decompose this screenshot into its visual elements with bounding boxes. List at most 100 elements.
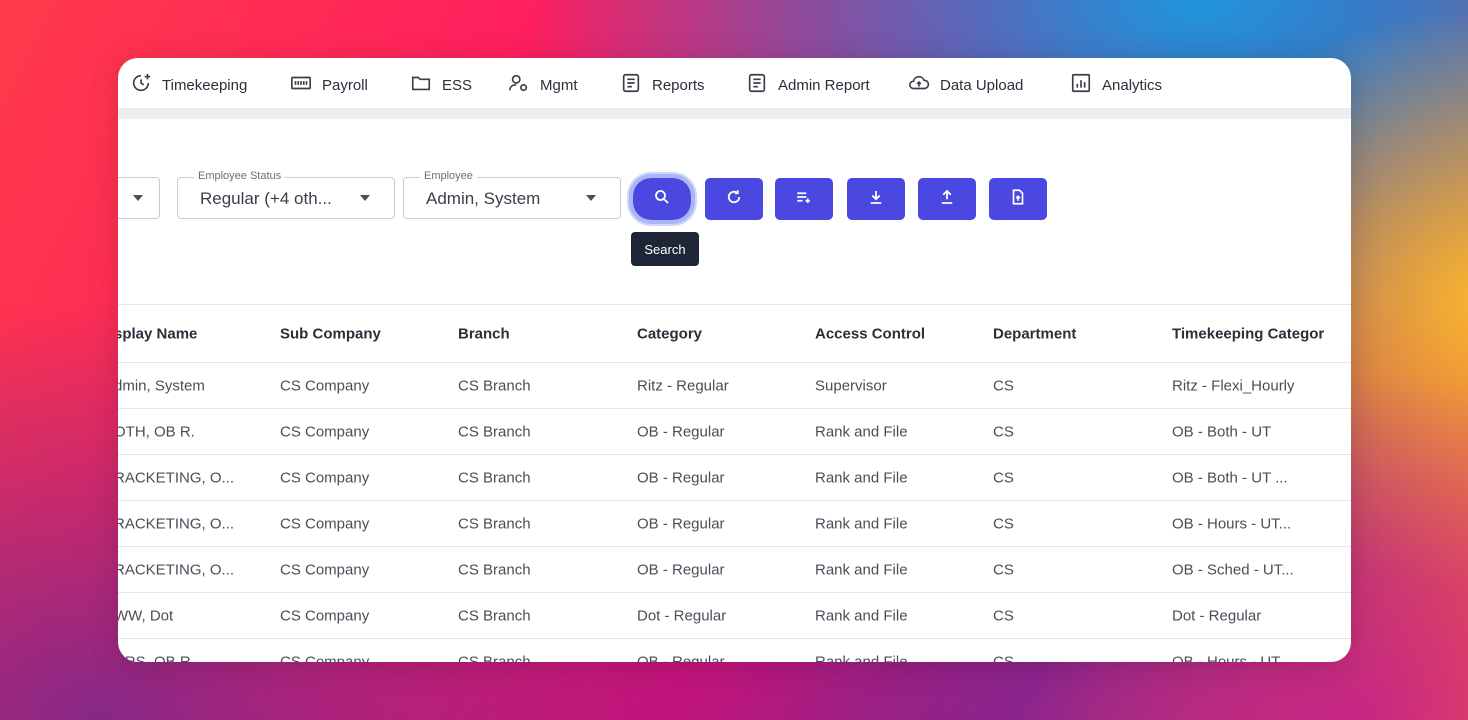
table-cell: OB - Regular <box>637 469 725 486</box>
table-header: splay Name Sub Company Branch Category Acces… <box>118 304 1351 363</box>
table-cell: Rank and File <box>815 653 908 662</box>
add-to-list-button[interactable] <box>775 178 833 220</box>
table-cell: CS Company <box>280 469 370 486</box>
top-navigation: Timekeeping Payroll ESS Mgmt Reports Adm… <box>118 58 1351 109</box>
search-button[interactable] <box>629 174 695 224</box>
nav-item-ess[interactable]: ESS <box>410 72 472 98</box>
table-cell: OB - Regular <box>637 423 725 440</box>
table-cell: OB - Regular <box>637 561 725 578</box>
chevron-down-icon <box>360 195 370 201</box>
table-cell: CS <box>993 469 1014 486</box>
table-cell: CS Company <box>280 561 370 578</box>
add-list-icon <box>795 188 813 210</box>
nav-item-mgmt[interactable]: Mgmt <box>508 72 578 98</box>
column-header[interactable]: Sub Company <box>280 325 450 342</box>
employee-status-select[interactable]: Employee Status Regular (+4 oth... <box>177 170 395 219</box>
nav-item-admin-report[interactable]: Admin Report <box>746 72 870 98</box>
table-row[interactable]: URS, OB R. CS Company CS Branch OB - Regula… <box>118 639 1351 662</box>
nav-label: Reports <box>652 76 705 94</box>
nav-item-timekeeping[interactable]: Timekeeping <box>130 72 247 98</box>
table-row[interactable]: OTH, OB R. CS Company CS Branch OB - Regula… <box>118 409 1351 455</box>
download-icon <box>867 188 885 210</box>
table-cell: CS <box>993 561 1014 578</box>
table-cell: Rank and File <box>815 561 908 578</box>
table-body: dmin, System CS Company CS Branch Ritz - Re… <box>118 363 1351 662</box>
file-upload-icon <box>1009 188 1027 210</box>
table-row[interactable]: RACKETING, O... CS Company CS Branch OB - R… <box>118 455 1351 501</box>
column-header[interactable]: Category <box>637 325 807 342</box>
table-row[interactable]: RACKETING, O... CS Company CS Branch OB - R… <box>118 547 1351 593</box>
column-header[interactable]: Branch <box>458 325 628 342</box>
nav-label: Admin Report <box>778 76 870 94</box>
table-cell: RACKETING, O... <box>118 469 235 486</box>
download-button[interactable] <box>847 178 905 220</box>
table-cell: CS <box>993 515 1014 532</box>
employee-value: Admin, System <box>426 189 541 208</box>
chevron-down-icon <box>586 195 596 201</box>
chart-icon <box>1070 72 1092 98</box>
nav-item-analytics[interactable]: Analytics <box>1070 72 1162 98</box>
nav-item-data-upload[interactable]: Data Upload <box>908 72 1023 98</box>
table-cell: Rank and File <box>815 423 908 440</box>
table-cell: Supervisor <box>815 377 887 394</box>
column-header[interactable]: Access Control <box>815 325 985 342</box>
table-cell: OB - Regular <box>637 515 725 532</box>
nav-label: ESS <box>442 76 473 94</box>
timekeeping-icon <box>130 72 152 98</box>
upload-icon <box>938 188 956 210</box>
table-cell: CS Branch <box>458 653 531 662</box>
column-header[interactable]: splay Name <box>118 325 264 342</box>
table-cell: CS Branch <box>458 561 531 578</box>
nav-item-payroll[interactable]: Payroll <box>290 72 368 98</box>
file-upload-button[interactable] <box>989 178 1047 220</box>
table-cell: OB - Both - UT <box>1172 423 1272 440</box>
document-icon <box>620 72 642 98</box>
table-cell: CS Company <box>280 607 370 624</box>
table-cell: OB - Sched - UT... <box>1172 561 1294 578</box>
folder-icon <box>410 72 432 98</box>
search-tooltip: Search <box>631 232 699 266</box>
table-cell: dmin, System <box>118 377 205 394</box>
table-cell: Ritz - Flexi_Hourly <box>1172 377 1295 394</box>
refresh-icon <box>725 188 743 210</box>
payroll-icon <box>290 72 312 98</box>
table-cell: RACKETING, O... <box>118 561 235 578</box>
table-cell: Rank and File <box>815 515 908 532</box>
table-cell: CS <box>993 377 1014 394</box>
column-header[interactable]: Timekeeping Categor <box>1172 325 1330 342</box>
table-cell: URS, OB R. <box>118 653 195 662</box>
employee-status-legend: Employee Status <box>194 170 286 182</box>
table-cell: OB - Hours - UT... <box>1172 515 1292 532</box>
table-cell: CS <box>993 423 1014 440</box>
table-row[interactable]: WW, Dot CS Company CS Branch Dot - Regular R… <box>118 593 1351 639</box>
employee-status-value: Regular (+4 oth... <box>200 189 332 208</box>
table-cell: CS Company <box>280 515 370 532</box>
nav-item-reports[interactable]: Reports <box>620 72 705 98</box>
table-cell: CS Company <box>280 653 370 662</box>
table-cell: CS Company <box>280 423 370 440</box>
filter-dropdown-partial[interactable] <box>118 177 160 219</box>
column-header[interactable]: Department <box>993 325 1163 342</box>
table-cell: OB - Regular <box>637 653 725 662</box>
table-cell: Dot - Regular <box>1172 607 1262 624</box>
refresh-button[interactable] <box>705 178 763 220</box>
table-cell: Rank and File <box>815 607 908 624</box>
upload-button[interactable] <box>918 178 976 220</box>
table-row[interactable]: RACKETING, O... CS Company CS Branch OB - R… <box>118 501 1351 547</box>
table-cell: CS Branch <box>458 423 531 440</box>
table-cell: OTH, OB R. <box>118 423 195 440</box>
employee-legend: Employee <box>420 170 477 182</box>
document-icon <box>746 72 768 98</box>
nav-label: Analytics <box>1102 76 1163 94</box>
nav-label: Payroll <box>322 76 368 94</box>
table-cell: CS Branch <box>458 377 531 394</box>
search-icon <box>653 188 671 210</box>
table-cell: OB - Both - UT ... <box>1172 469 1288 486</box>
table-row[interactable]: dmin, System CS Company CS Branch Ritz - Re… <box>118 363 1351 409</box>
main-panel: Timekeeping Payroll ESS Mgmt Reports Adm… <box>118 58 1351 662</box>
table-cell: Dot - Regular <box>637 607 727 624</box>
employee-select[interactable]: Employee Admin, System <box>403 170 621 219</box>
table-cell: CS Company <box>280 377 370 394</box>
chevron-down-icon <box>133 195 143 201</box>
table-cell: CS <box>993 607 1014 624</box>
